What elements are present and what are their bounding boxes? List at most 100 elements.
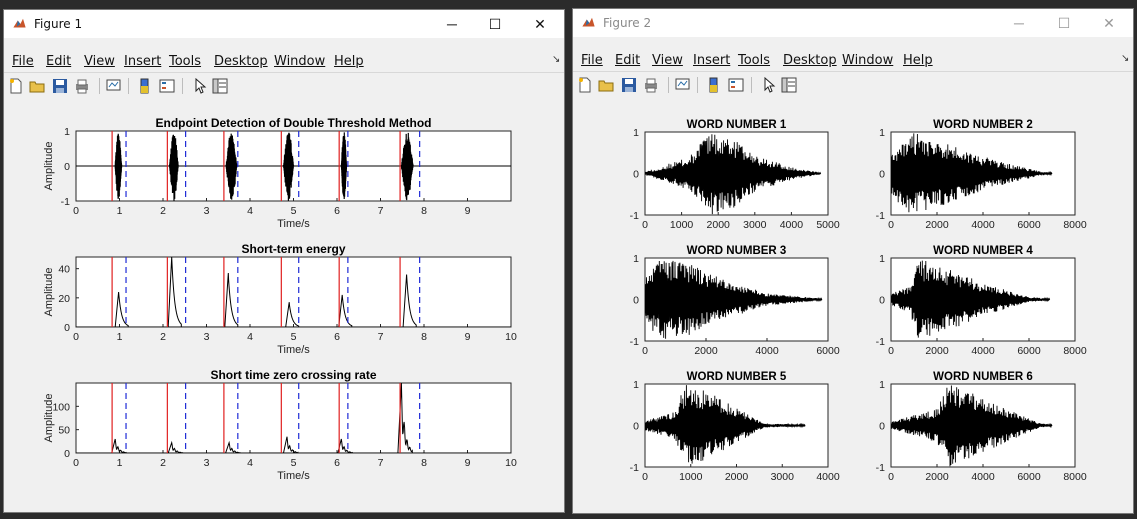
maximize-button[interactable]: ☐ — [1041, 9, 1087, 37]
menu-window[interactable]: Window — [842, 53, 893, 68]
y-tick-label: 1 — [633, 253, 639, 265]
menu-view[interactable]: View — [652, 53, 683, 68]
y-axis-label: Amplitude — [43, 394, 55, 443]
y-tick-label: -1 — [876, 336, 885, 348]
x-tick-label: 0 — [73, 331, 79, 343]
menu-tools[interactable]: Tools — [738, 53, 770, 68]
toolbar-separator — [99, 78, 100, 94]
x-tick-label: 10 — [505, 331, 517, 343]
open-file-icon[interactable] — [598, 77, 614, 93]
chart-title: WORD NUMBER 4 — [933, 245, 1033, 257]
toolbar-separator — [182, 78, 183, 94]
title-bar[interactable]: Figure 2 ─ ☐ ✕ — [573, 9, 1133, 37]
x-tick-label: 2 — [160, 457, 166, 469]
y-axis-label: Amplitude — [43, 142, 55, 191]
y-tick-label: 0 — [633, 169, 639, 181]
edit-plot-arrow-icon[interactable] — [192, 78, 208, 94]
x-tick-label: 4000 — [971, 345, 995, 357]
y-tick-label: -1 — [630, 462, 639, 474]
link-plot-icon[interactable] — [106, 78, 122, 94]
save-icon[interactable] — [621, 77, 637, 93]
axes-fig1-2: Short time zero crossing rate 0 1 2 3 4 5 6 7 8 9 1… — [43, 368, 517, 482]
x-tick-label: 7 — [378, 205, 384, 217]
save-icon[interactable] — [52, 78, 68, 94]
x-tick-label: 8 — [421, 457, 427, 469]
menu-insert[interactable]: Insert — [124, 54, 161, 69]
plot-area-figure-2: WORD NUMBER 10 1000 2000 3000 4000 500010-1WO… — [630, 119, 1087, 483]
x-tick-label: 2 — [160, 331, 166, 343]
x-tick-label: 3 — [204, 205, 210, 217]
open-file-icon[interactable] — [29, 78, 45, 94]
menu-file[interactable]: File — [12, 54, 34, 69]
x-tick-label: 7 — [378, 331, 384, 343]
x-tick-label: 4000 — [971, 219, 995, 231]
x-tick-label: 6000 — [1017, 471, 1041, 483]
close-button[interactable]: ✕ — [517, 10, 563, 38]
x-tick-label: 5 — [291, 331, 297, 343]
x-tick-label: 0 — [888, 219, 894, 231]
menu-tools[interactable]: Tools — [169, 54, 201, 69]
menu-edit[interactable]: Edit — [46, 54, 71, 69]
x-tick-label: 0 — [73, 205, 79, 217]
toolbar-separator — [697, 77, 698, 93]
menu-insert[interactable]: Insert — [693, 53, 730, 68]
y-tick-label: 0 — [64, 322, 70, 334]
axes-fig2-5: WORD NUMBER 60 2000 4000 6000 800010-1 — [876, 371, 1087, 483]
x-tick-label: 0 — [73, 457, 79, 469]
x-tick-label: 9 — [465, 457, 471, 469]
menu-help[interactable]: Help — [903, 53, 933, 68]
menu-desktop[interactable]: Desktop — [783, 53, 837, 68]
legend-icon[interactable] — [728, 77, 744, 93]
colorbar-icon[interactable] — [137, 78, 153, 94]
x-tick-label: 4 — [247, 205, 253, 217]
toolbar-separator — [128, 78, 129, 94]
x-tick-label: 1 — [117, 457, 123, 469]
menu-window[interactable]: Window — [274, 54, 325, 69]
y-tick-label: -1 — [61, 196, 70, 208]
x-tick-label: 8000 — [1063, 219, 1087, 231]
window-title: Figure 1 — [34, 17, 83, 31]
y-tick-label: 1 — [879, 379, 885, 391]
y-tick-label: -1 — [876, 462, 885, 474]
x-tick-label: 4000 — [755, 345, 779, 357]
print-icon[interactable] — [74, 78, 90, 94]
x-tick-label: 5 — [291, 457, 297, 469]
y-tick-label: 0 — [879, 295, 885, 307]
toolbar-separator — [751, 77, 752, 93]
menu-edit[interactable]: Edit — [615, 53, 640, 68]
chart-title: WORD NUMBER 5 — [687, 371, 787, 383]
x-tick-label: 0 — [888, 471, 894, 483]
menu-view[interactable]: View — [84, 54, 115, 69]
print-icon[interactable] — [643, 77, 659, 93]
colorbar-icon[interactable] — [706, 77, 722, 93]
title-bar[interactable]: Figure 1 ─ ☐ ✕ — [4, 10, 564, 38]
maximize-button[interactable]: ☐ — [472, 10, 518, 38]
chart-title: Short time zero crossing rate — [210, 368, 376, 382]
new-figure-icon[interactable] — [8, 78, 24, 94]
property-inspector-icon[interactable] — [781, 77, 797, 93]
chart-title: WORD NUMBER 1 — [687, 119, 787, 131]
x-tick-label: 4 — [247, 457, 253, 469]
x-tick-label: 2000 — [925, 345, 949, 357]
minimize-button[interactable]: ─ — [429, 10, 475, 38]
toolbar — [573, 71, 1133, 99]
edit-plot-arrow-icon[interactable] — [761, 77, 777, 93]
link-plot-icon[interactable] — [675, 77, 691, 93]
menu-desktop[interactable]: Desktop — [214, 54, 268, 69]
property-inspector-icon[interactable] — [212, 78, 228, 94]
menu-file[interactable]: File — [581, 53, 603, 68]
x-tick-label: 5 — [291, 205, 297, 217]
y-tick-label: 1 — [879, 253, 885, 265]
x-tick-label: 8 — [421, 331, 427, 343]
x-tick-label: 0 — [642, 219, 648, 231]
dock-arrow-icon[interactable]: ↘ — [552, 54, 560, 65]
x-tick-label: 6000 — [1017, 345, 1041, 357]
menu-help[interactable]: Help — [334, 54, 364, 69]
y-tick-label: 100 — [52, 401, 70, 413]
minimize-button[interactable]: ─ — [996, 9, 1042, 37]
chart-title: WORD NUMBER 6 — [933, 371, 1033, 383]
legend-icon[interactable] — [159, 78, 175, 94]
new-figure-icon[interactable] — [577, 77, 593, 93]
close-button[interactable]: ✕ — [1086, 9, 1132, 37]
dock-arrow-icon[interactable]: ↘ — [1121, 53, 1129, 64]
